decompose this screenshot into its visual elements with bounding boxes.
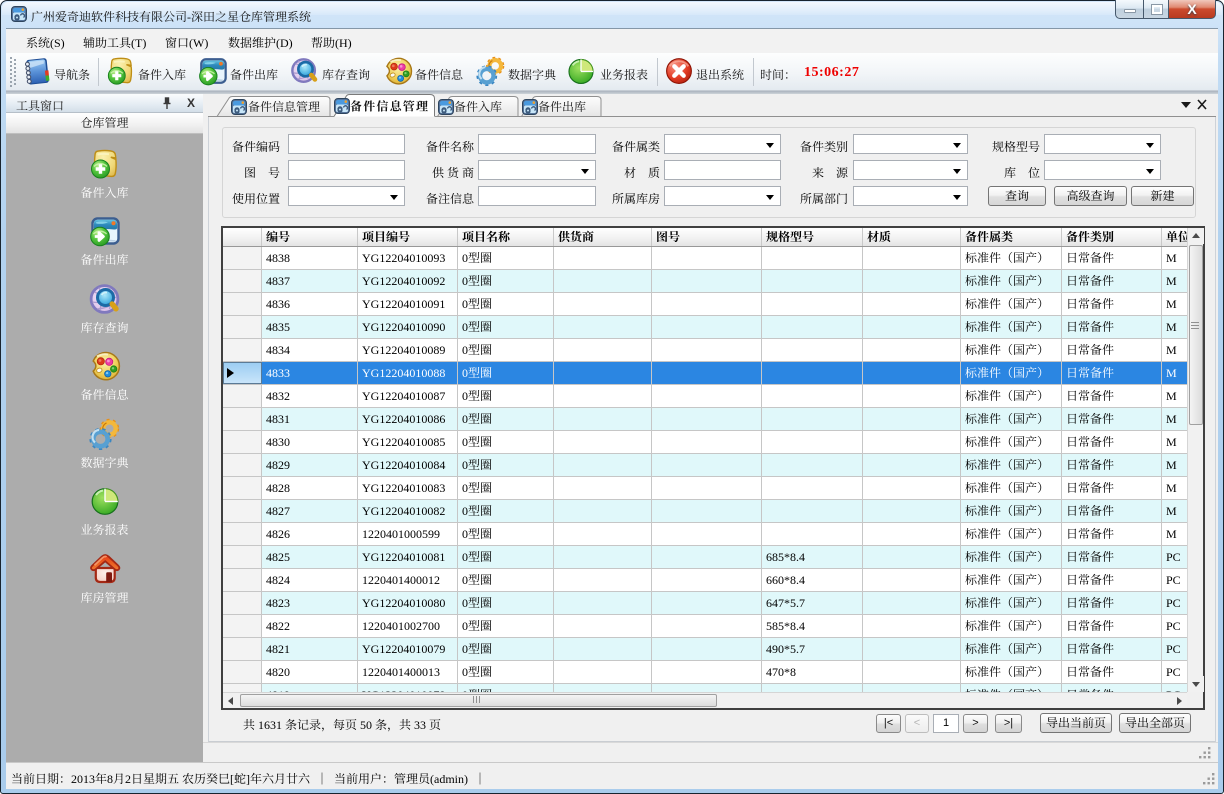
svg-text:备件入库: 备件入库 <box>454 98 502 115</box>
svg-text:备件出库: 备件出库 <box>538 98 586 115</box>
svg-text:备件信息管理: 备件信息管理 <box>350 98 429 115</box>
svg-text:备件信息管理: 备件信息管理 <box>248 98 320 115</box>
